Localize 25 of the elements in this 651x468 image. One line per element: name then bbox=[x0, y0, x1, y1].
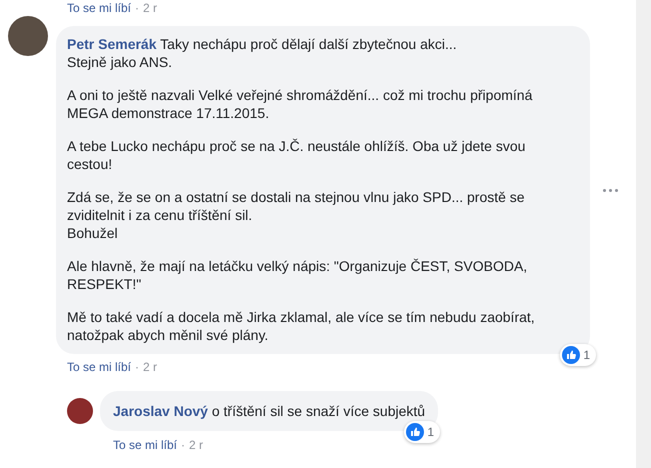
author-name[interactable]: Jaroslav Nový bbox=[113, 403, 208, 419]
separator: · bbox=[135, 359, 140, 375]
avatar[interactable] bbox=[67, 398, 93, 424]
comment-text: o tříštění sil se snaží více subjektů bbox=[210, 403, 426, 419]
avatar[interactable] bbox=[8, 16, 48, 56]
like-link[interactable]: To se mi líbí bbox=[113, 437, 178, 453]
like-link[interactable]: To se mi líbí bbox=[67, 359, 132, 375]
separator: · bbox=[181, 437, 186, 453]
comment-text: A oni to ještě nazvali Velké veřejné shromáždění... což mi trochu připomíná MEGA demonstrace 17.11.2015. bbox=[67, 86, 534, 122]
comment-text: Stejně jako ANS. bbox=[67, 53, 174, 71]
separator: · bbox=[135, 0, 140, 16]
reaction-badge[interactable]: 1 bbox=[560, 344, 596, 366]
thumbs-up-icon bbox=[406, 423, 424, 441]
comment-text: Mě to také vadí a docela mě Jirka zklamal, ale více se tím nebudu zaobírat, natožpak abych měnil své plány. bbox=[67, 308, 536, 344]
comment-text: A tebe Lucko nechápu proč se na J.Č. neustále ohlížíš. Oba už jdete svou cestou! bbox=[67, 137, 526, 173]
more-options-icon[interactable] bbox=[603, 188, 618, 192]
reaction-count: 1 bbox=[583, 347, 590, 364]
comment-text: Ale hlavně, že mají na letáčku velký nápis: "Organizuje ČEST, SVOBODA, RESPEKT!" bbox=[67, 257, 528, 293]
comment-text: Zdá se, že se on a ostatní se dostali na stejnou vlnu jako SPD... prostě se zviditelnit i za cenu tříštění sil. Bohužel bbox=[67, 188, 526, 242]
reaction-badge[interactable]: 1 bbox=[404, 421, 440, 443]
like-link[interactable]: To se mi líbí bbox=[67, 0, 132, 16]
author-name[interactable]: Petr Semerák bbox=[67, 36, 157, 52]
comment-text: Taky nechápu proč dělají další zbytečnou akci... bbox=[159, 36, 457, 52]
reaction-count: 1 bbox=[427, 424, 434, 441]
thumbs-up-icon bbox=[562, 346, 580, 364]
